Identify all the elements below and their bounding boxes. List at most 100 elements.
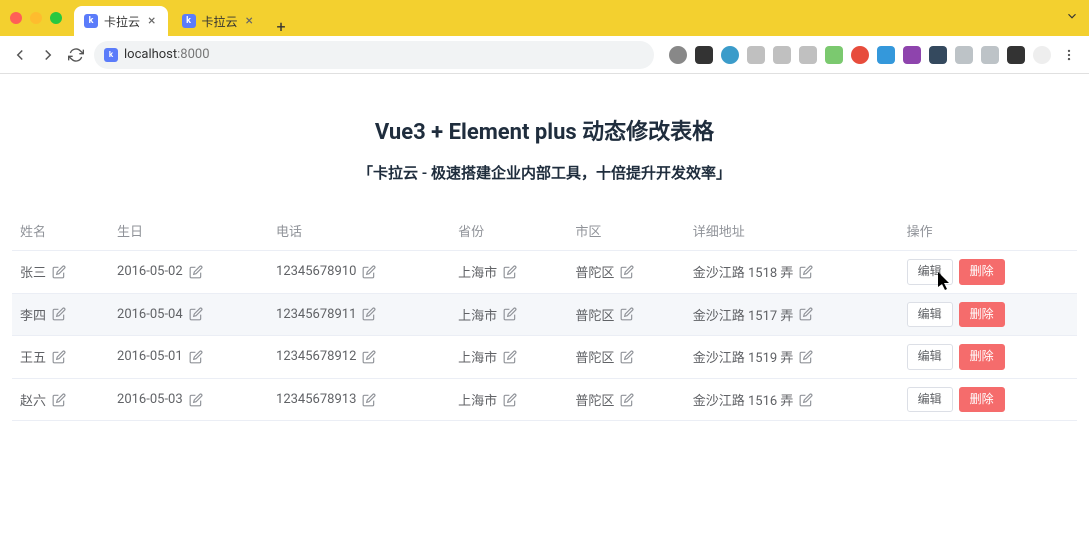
edit-icon[interactable] (799, 393, 813, 407)
cell-value: 12345678913 (276, 392, 356, 407)
cell-value: 普陀区 (575, 305, 614, 324)
cell-actions: 编辑删除 (899, 251, 1077, 294)
edit-icon[interactable] (503, 393, 517, 407)
edit-icon[interactable] (189, 393, 203, 407)
edit-icon[interactable] (52, 393, 66, 407)
edit-icon[interactable] (799, 350, 813, 364)
edit-icon[interactable] (189, 265, 203, 279)
edit-icon[interactable] (362, 350, 376, 364)
edit-icon[interactable] (52, 307, 66, 321)
cell-value: 2016-05-01 (117, 349, 183, 364)
edit-button[interactable]: 编辑 (907, 259, 953, 285)
edit-icon[interactable] (362, 307, 376, 321)
edit-icon[interactable] (620, 307, 634, 321)
new-tab-button[interactable]: + (269, 17, 293, 36)
extension-icon[interactable] (825, 46, 843, 64)
edit-icon[interactable] (503, 265, 517, 279)
edit-icon[interactable] (52, 350, 66, 364)
extension-icon[interactable] (721, 46, 739, 64)
cell-value: 上海市 (458, 347, 497, 366)
address-bar[interactable]: k localhost:8000 (94, 41, 654, 69)
cell-value: 王五 (20, 347, 46, 366)
maximize-window-button[interactable] (50, 12, 62, 24)
browser-menu-button[interactable] (1059, 45, 1079, 65)
table-row: 张三2016-05-0212345678910上海市普陀区金沙江路 1518 弄… (12, 251, 1077, 294)
extension-icon[interactable] (1007, 46, 1025, 64)
edit-icon[interactable] (362, 265, 376, 279)
extension-icon[interactable] (877, 46, 895, 64)
back-button[interactable] (10, 45, 30, 65)
cell-value: 赵六 (20, 390, 46, 409)
extension-icon[interactable] (773, 46, 791, 64)
cell-value: 金沙江路 1516 弄 (693, 390, 794, 409)
cell-value: 金沙江路 1517 弄 (693, 305, 794, 324)
edit-icon[interactable] (189, 307, 203, 321)
cell-value: 张三 (20, 262, 46, 281)
edit-icon[interactable] (503, 350, 517, 364)
table-row: 王五2016-05-0112345678912上海市普陀区金沙江路 1519 弄… (12, 336, 1077, 379)
cell-birthday: 2016-05-04 (109, 293, 268, 336)
cell-actions: 编辑删除 (899, 336, 1077, 379)
edit-icon[interactable] (503, 307, 517, 321)
cell-province: 上海市 (450, 251, 567, 294)
cell-value: 12345678911 (276, 307, 356, 322)
col-district: 市区 (567, 211, 684, 251)
browser-tab-0[interactable]: k 卡拉云 × (74, 6, 168, 36)
close-tab-icon[interactable]: × (146, 13, 157, 29)
extension-icon[interactable] (747, 46, 765, 64)
extension-icon[interactable] (695, 46, 713, 64)
edit-icon[interactable] (189, 350, 203, 364)
delete-button[interactable]: 删除 (959, 387, 1005, 413)
cell-phone: 12345678911 (268, 293, 450, 336)
extension-icon[interactable] (669, 46, 687, 64)
table-header-row: 姓名 生日 电话 省份 市区 详细地址 操作 (12, 211, 1077, 251)
tab-favicon: k (182, 14, 196, 28)
cell-value: 2016-05-03 (117, 392, 183, 407)
cell-value: 金沙江路 1518 弄 (693, 262, 794, 281)
edit-button[interactable]: 编辑 (907, 344, 953, 370)
browser-tab-1[interactable]: k 卡拉云 × (172, 6, 266, 36)
col-province: 省份 (450, 211, 567, 251)
browser-titlebar: k 卡拉云 × k 卡拉云 × + (0, 0, 1089, 36)
col-name: 姓名 (12, 211, 109, 251)
edit-icon[interactable] (799, 265, 813, 279)
minimize-window-button[interactable] (30, 12, 42, 24)
edit-button[interactable]: 编辑 (907, 387, 953, 413)
cell-value: 金沙江路 1519 弄 (693, 347, 794, 366)
extension-icon[interactable] (1033, 46, 1051, 64)
extension-icon[interactable] (851, 46, 869, 64)
cell-birthday: 2016-05-03 (109, 378, 268, 421)
edit-icon[interactable] (620, 393, 634, 407)
edit-icon[interactable] (362, 393, 376, 407)
cell-value: 上海市 (458, 262, 497, 281)
cell-district: 普陀区 (567, 293, 684, 336)
delete-button[interactable]: 删除 (959, 344, 1005, 370)
extension-icon[interactable] (799, 46, 817, 64)
delete-button[interactable]: 删除 (959, 259, 1005, 285)
delete-button[interactable]: 删除 (959, 302, 1005, 328)
edit-button[interactable]: 编辑 (907, 302, 953, 328)
cell-actions: 编辑删除 (899, 293, 1077, 336)
col-phone: 电话 (268, 211, 450, 251)
table-row: 李四2016-05-0412345678911上海市普陀区金沙江路 1517 弄… (12, 293, 1077, 336)
edit-icon[interactable] (620, 350, 634, 364)
edit-icon[interactable] (799, 307, 813, 321)
cell-address: 金沙江路 1517 弄 (685, 293, 899, 336)
tab-label: 卡拉云 (202, 13, 238, 30)
cell-value: 李四 (20, 305, 46, 324)
edit-icon[interactable] (620, 265, 634, 279)
extension-icon[interactable] (929, 46, 947, 64)
close-tab-icon[interactable]: × (244, 13, 255, 29)
cell-value: 2016-05-02 (117, 264, 183, 279)
chevron-down-icon[interactable] (1065, 9, 1089, 27)
extension-icon[interactable] (955, 46, 973, 64)
cell-name: 李四 (12, 293, 109, 336)
data-table: 姓名 生日 电话 省份 市区 详细地址 操作 张三 2016-05-02 12345… (12, 211, 1077, 421)
reload-button[interactable] (66, 45, 86, 65)
extension-icon[interactable] (981, 46, 999, 64)
extension-icon[interactable] (903, 46, 921, 64)
page-content: Vue3 + Element plus 动态修改表格 「卡拉云 - 极速搭建企业… (0, 74, 1089, 421)
close-window-button[interactable] (10, 12, 22, 24)
forward-button[interactable] (38, 45, 58, 65)
edit-icon[interactable] (52, 265, 66, 279)
